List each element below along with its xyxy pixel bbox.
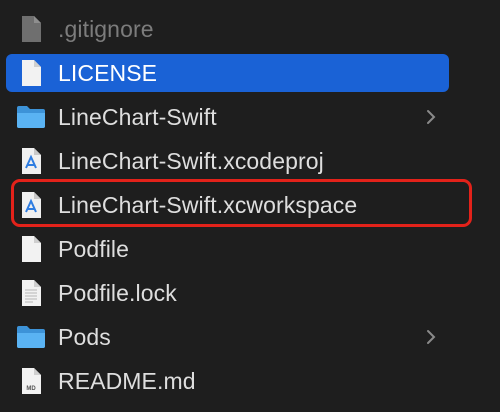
folder-icon [16,321,46,353]
file-row-readme[interactable]: MD README.md [6,362,449,400]
chevron-right-icon[interactable] [421,107,441,127]
markdown-icon: MD [16,365,46,397]
file-name: README.md [58,367,196,394]
chevron-right-icon[interactable] [421,327,441,347]
file-name: LineChart-Swift.xcworkspace [58,191,358,218]
file-row-linechart-swift-folder[interactable]: LineChart-Swift [6,98,449,136]
file-name: LineChart-Swift.xcodeproj [58,147,324,174]
file-name: LineChart-Swift [58,103,217,130]
file-name: Podfile.lock [58,279,177,306]
document-icon [16,13,46,45]
file-row-license[interactable]: LICENSE [6,54,449,92]
document-icon [16,57,46,89]
file-name: LICENSE [58,59,158,86]
file-row-gitignore[interactable]: .gitignore [6,10,449,48]
xcodeproj-icon [16,145,46,177]
file-row-xcworkspace[interactable]: LineChart-Swift.xcworkspace [6,186,449,224]
xcworkspace-icon [16,189,46,221]
file-name: .gitignore [58,15,154,42]
file-row-podfile[interactable]: Podfile [6,230,449,268]
file-row-podfile-lock[interactable]: Podfile.lock [6,274,449,312]
folder-icon [16,101,46,133]
finder-file-list: .gitignore LICENSE LineChart-Swift LineC… [0,0,500,412]
document-icon [16,233,46,265]
file-row-xcodeproj[interactable]: LineChart-Swift.xcodeproj [6,142,449,180]
file-name: Podfile [58,235,130,262]
markdown-badge-text: MD [26,386,36,392]
document-lines-icon [16,277,46,309]
file-name: Pods [58,323,111,350]
file-row-pods-folder[interactable]: Pods [6,318,449,356]
